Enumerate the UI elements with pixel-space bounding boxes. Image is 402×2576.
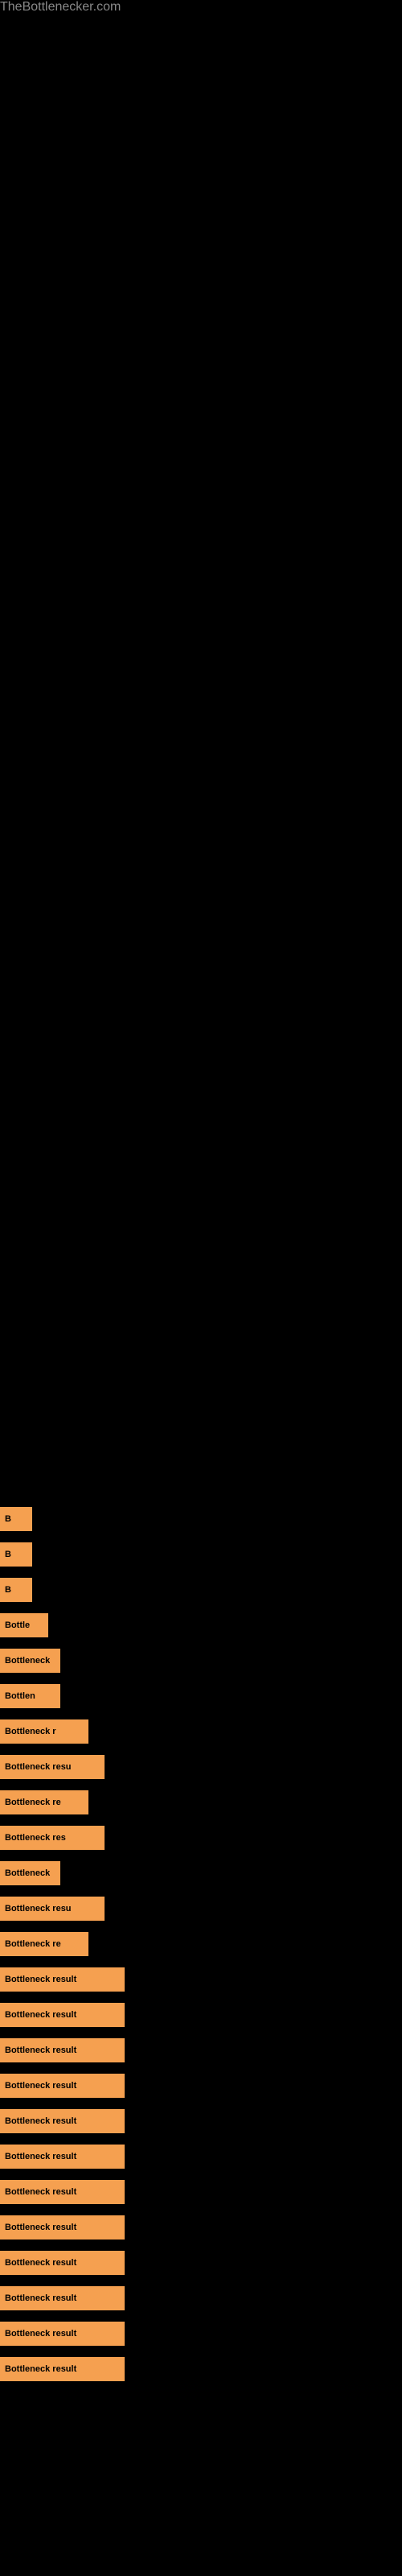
bar-label: B <box>0 1542 32 1567</box>
bar-label: Bottleneck result <box>0 2357 125 2381</box>
bar-label: Bottleneck <box>0 1861 60 1885</box>
list-item: Bottleneck result <box>0 2106 402 2136</box>
list-item: Bottleneck re <box>0 1929 402 1959</box>
bar-label: Bottleneck re <box>0 1932 88 1956</box>
list-item: Bottleneck result <box>0 2248 402 2278</box>
list-item: Bottleneck result <box>0 2318 402 2349</box>
bar-label: Bottleneck result <box>0 1967 125 1992</box>
bar-label: Bottleneck result <box>0 2074 125 2098</box>
bar-label: Bottleneck result <box>0 2322 125 2346</box>
list-item: Bottleneck result <box>0 2000 402 2030</box>
bar-label: Bottleneck result <box>0 2038 125 2062</box>
bar-label: Bottlen <box>0 1684 60 1708</box>
bar-label: B <box>0 1578 32 1602</box>
list-item: Bottleneck result <box>0 2070 402 2101</box>
bar-label: B <box>0 1507 32 1531</box>
list-item: Bottleneck result <box>0 2035 402 2066</box>
bar-label: Bottleneck r <box>0 1719 88 1744</box>
bars-container: BBBBottleBottleneckBottlenBottleneck rBo… <box>0 739 402 2384</box>
list-item: Bottleneck result <box>0 1964 402 1995</box>
list-item: Bottleneck res <box>0 1823 402 1853</box>
bar-label: Bottleneck result <box>0 2251 125 2275</box>
bar-label: Bottleneck resu <box>0 1897 105 1921</box>
bar-label: Bottleneck result <box>0 2180 125 2204</box>
list-item: B <box>0 1504 402 1534</box>
bar-label: Bottleneck re <box>0 1790 88 1814</box>
site-title: TheBottlenecker.com <box>0 0 402 14</box>
list-item: Bottleneck re <box>0 1787 402 1818</box>
bar-label: Bottleneck <box>0 1649 60 1673</box>
list-item: Bottleneck <box>0 1858 402 1889</box>
list-item: Bottleneck result <box>0 2141 402 2172</box>
list-item: Bottleneck resu <box>0 1752 402 1782</box>
list-item: Bottleneck resu <box>0 1893 402 1924</box>
bar-label: Bottleneck resu <box>0 1755 105 1779</box>
bar-label: Bottleneck res <box>0 1826 105 1850</box>
list-item: Bottleneck result <box>0 2212 402 2243</box>
bar-label: Bottleneck result <box>0 2145 125 2169</box>
list-item: Bottle <box>0 1610 402 1641</box>
bar-label: Bottleneck result <box>0 2286 125 2310</box>
list-item: Bottleneck r <box>0 1716 402 1747</box>
bar-label: Bottleneck result <box>0 2215 125 2240</box>
list-item: Bottleneck result <box>0 2354 402 2384</box>
list-item: Bottleneck <box>0 1645 402 1676</box>
bar-label: Bottleneck result <box>0 2109 125 2133</box>
bar-label: Bottleneck result <box>0 2003 125 2027</box>
list-item: B <box>0 1575 402 1605</box>
list-item: B <box>0 1539 402 1570</box>
list-item: Bottleneck result <box>0 2283 402 2314</box>
list-item: Bottlen <box>0 1681 402 1711</box>
chart-area <box>0 14 402 739</box>
list-item: Bottleneck result <box>0 2177 402 2207</box>
bar-label: Bottle <box>0 1613 48 1637</box>
